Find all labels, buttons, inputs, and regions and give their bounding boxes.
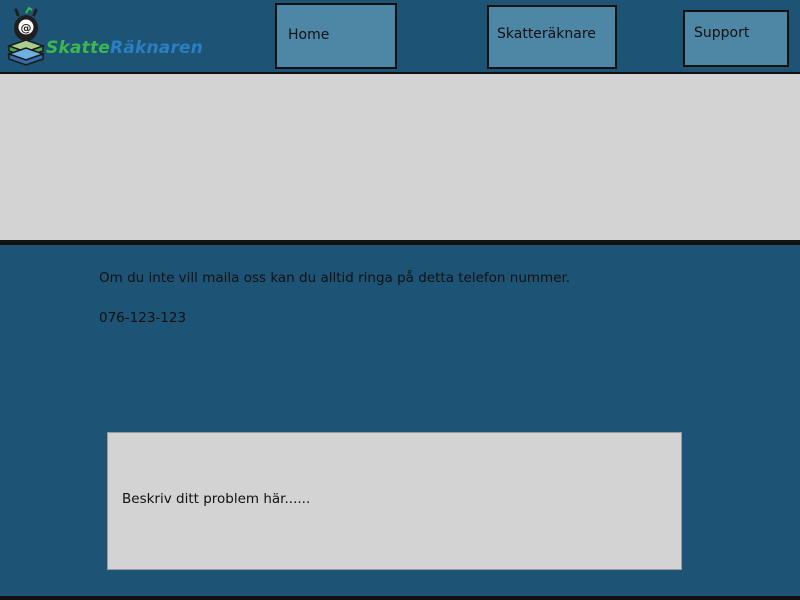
logo[interactable]: @ SkatteRäknaren [6,4,203,68]
nav-calculator-label: Skatteräknare [497,26,596,42]
logo-text-part1: Skatte [46,38,111,58]
banner-panel [0,74,800,245]
phone-number: 076-123-123 [99,310,187,326]
nav-support-label: Support [694,25,750,41]
problem-placeholder: Beskriv ditt problem här...... [122,491,311,507]
nav-home-button[interactable]: Home [275,3,397,69]
nav-support-button[interactable]: Support [683,10,789,67]
nav-calculator-button[interactable]: Skatteräknare [487,5,617,69]
owl-mascot-at-sign-icon: @ [6,6,46,66]
header: @ SkatteRäknaren Home Skatteräknare Supp… [0,0,800,74]
logo-wordmark: SkatteRäknaren [46,40,203,57]
problem-description-field[interactable]: Beskriv ditt problem här...... [107,432,682,570]
svg-text:@: @ [21,22,32,35]
contact-info-text: Om du inte vill maila oss kan du alltid … [99,270,571,286]
nav-home-label: Home [288,27,330,43]
logo-text-part2: Räknaren [110,38,204,58]
support-page: @ SkatteRäknaren Home Skatteräknare Supp… [0,0,800,600]
footer-divider [0,596,800,600]
